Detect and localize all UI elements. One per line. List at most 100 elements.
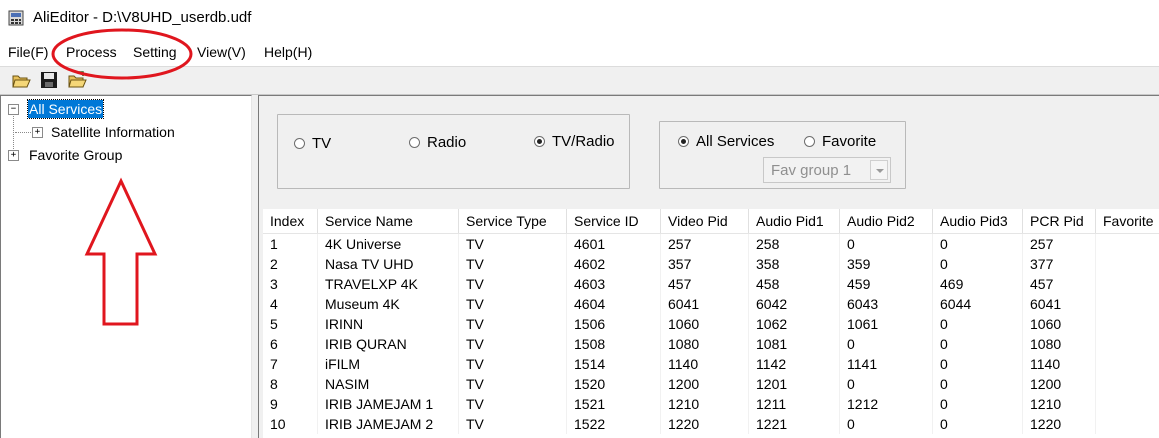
table-cell (1096, 374, 1159, 394)
table-cell: 9 (263, 394, 318, 414)
table-cell: 1211 (749, 394, 840, 414)
table-cell: 1142 (749, 354, 840, 374)
table-cell (1096, 394, 1159, 414)
menu-help[interactable]: Help(H) (264, 44, 312, 60)
table-cell: 0 (933, 234, 1023, 254)
radio-button[interactable] (409, 136, 420, 148)
table-cell: 0 (840, 334, 933, 354)
tree-view[interactable]: − All Services + Satellite Information +… (0, 95, 252, 438)
table-row[interactable]: 7 iFILM TV 1514 1140 1142 1141 0 1140 (263, 354, 1159, 374)
menu-setting[interactable]: Setting (133, 44, 177, 60)
column-header[interactable]: Audio Pid2 (840, 209, 933, 233)
table-cell: 10 (263, 414, 318, 434)
radio-button[interactable] (294, 137, 305, 149)
table-cell: 459 (840, 274, 933, 294)
table-cell: 0 (840, 414, 933, 434)
open-folder-icon[interactable] (67, 70, 87, 90)
expand-icon[interactable]: + (32, 127, 43, 138)
table-cell: 6041 (661, 294, 749, 314)
table-row[interactable]: 1 4K Universe TV 4601 257 258 0 0 257 (263, 234, 1159, 254)
table-cell: Museum 4K (318, 294, 459, 314)
table-cell: 6041 (1023, 294, 1096, 314)
table-cell: 1210 (1023, 394, 1096, 414)
radio-label: TV (312, 135, 332, 152)
table-cell: 0 (933, 314, 1023, 334)
radio-button[interactable] (678, 135, 689, 147)
table-cell: 1521 (567, 394, 661, 414)
column-header[interactable]: PCR Pid (1023, 209, 1096, 233)
save-icon[interactable] (39, 70, 59, 90)
radio-favorite[interactable]: Favorite (804, 133, 876, 151)
table-cell: 6 (263, 334, 318, 354)
radio-button[interactable] (534, 135, 545, 147)
table-cell: 1221 (749, 414, 840, 434)
table-cell: IRIB JAMEJAM 1 (318, 394, 459, 414)
table-cell: TRAVELXP 4K (318, 274, 459, 294)
fav-group-value: Fav group 1 (771, 162, 852, 179)
table-cell: 0 (840, 234, 933, 254)
tree-item-label[interactable]: Favorite Group (28, 146, 123, 164)
table-cell: NASIM (318, 374, 459, 394)
expand-icon[interactable]: + (8, 150, 19, 161)
column-header[interactable]: Service ID (567, 209, 661, 233)
table-cell: 457 (1023, 274, 1096, 294)
column-header[interactable]: Audio Pid3 (933, 209, 1023, 233)
table-row[interactable]: 6 IRIB QURAN TV 1508 1080 1081 0 0 1080 (263, 334, 1159, 354)
collapse-icon[interactable]: − (8, 104, 19, 115)
column-header[interactable]: Service Name (318, 209, 459, 233)
title-bar: AliEditor - D:\V8UHD_userdb.udf (0, 0, 1159, 38)
table-cell: 1080 (661, 334, 749, 354)
table-cell: 358 (749, 254, 840, 274)
table-cell: 1212 (840, 394, 933, 414)
table-cell (1096, 234, 1159, 254)
table-cell (1096, 314, 1159, 334)
table-cell: 357 (661, 254, 749, 274)
table-row[interactable]: 2 Nasa TV UHD TV 4602 357 358 359 0 377 (263, 254, 1159, 274)
table-row[interactable]: 10 IRIB JAMEJAM 2 TV 1522 1220 1221 0 0 1220 (263, 414, 1159, 434)
column-header[interactable]: Audio Pid1 (749, 209, 840, 233)
table-cell: TV (459, 234, 567, 254)
table-cell: 4601 (567, 234, 661, 254)
table-row[interactable]: 5 IRINN TV 1506 1060 1062 1061 0 1060 (263, 314, 1159, 334)
menu-view[interactable]: View(V) (197, 44, 246, 60)
table-cell (1096, 354, 1159, 374)
tree-item-label[interactable]: All Services (26, 99, 105, 119)
column-header[interactable]: Index (263, 209, 318, 233)
column-header[interactable]: Service Type (459, 209, 567, 233)
radio-label: Favorite (822, 133, 877, 150)
table-cell: 1520 (567, 374, 661, 394)
table-cell: 1506 (567, 314, 661, 334)
table-cell: 1080 (1023, 334, 1096, 354)
service-table[interactable]: Index Service Name Service Type Service ID V… (263, 209, 1159, 438)
column-header[interactable]: Video Pid (661, 209, 749, 233)
table-row[interactable]: 3 TRAVELXP 4K TV 4603 457 458 459 469 457 (263, 274, 1159, 294)
radio-tv[interactable]: TV (294, 135, 331, 153)
table-cell: TV (459, 414, 567, 434)
window-title: AliEditor - D:\V8UHD_userdb.udf (33, 9, 252, 26)
fav-group-select[interactable]: Fav group 1 (763, 157, 891, 183)
tree-line (15, 132, 33, 133)
table-cell: 1141 (840, 354, 933, 374)
radio-label: Radio (427, 134, 467, 151)
open-folder-icon[interactable] (11, 70, 31, 90)
table-cell: 258 (749, 234, 840, 254)
table-cell: 1060 (661, 314, 749, 334)
table-row[interactable]: 8 NASIM TV 1520 1200 1201 0 0 1200 (263, 374, 1159, 394)
tree-item-label[interactable]: Satellite Information (50, 123, 176, 141)
menu-file[interactable]: File(F) (8, 44, 48, 60)
table-row[interactable]: 4 Museum 4K TV 4604 6041 6042 6043 6044 6041 (263, 294, 1159, 314)
radio-tv-radio[interactable]: TV/Radio (534, 133, 615, 151)
table-cell: TV (459, 294, 567, 314)
radio-button[interactable] (804, 135, 815, 147)
table-cell: iFILM (318, 354, 459, 374)
table-cell: 0 (933, 374, 1023, 394)
table-cell: 6042 (749, 294, 840, 314)
column-header[interactable]: Favorite (1096, 209, 1159, 233)
menu-process[interactable]: Process (66, 44, 117, 60)
table-cell: 359 (840, 254, 933, 274)
table-row[interactable]: 9 IRIB JAMEJAM 1 TV 1521 1210 1211 1212 0 1210 (263, 394, 1159, 414)
radio-radio[interactable]: Radio (409, 134, 466, 152)
radio-all-services[interactable]: All Services (678, 133, 774, 151)
chevron-down-icon[interactable] (870, 160, 888, 180)
table-cell: 257 (661, 234, 749, 254)
